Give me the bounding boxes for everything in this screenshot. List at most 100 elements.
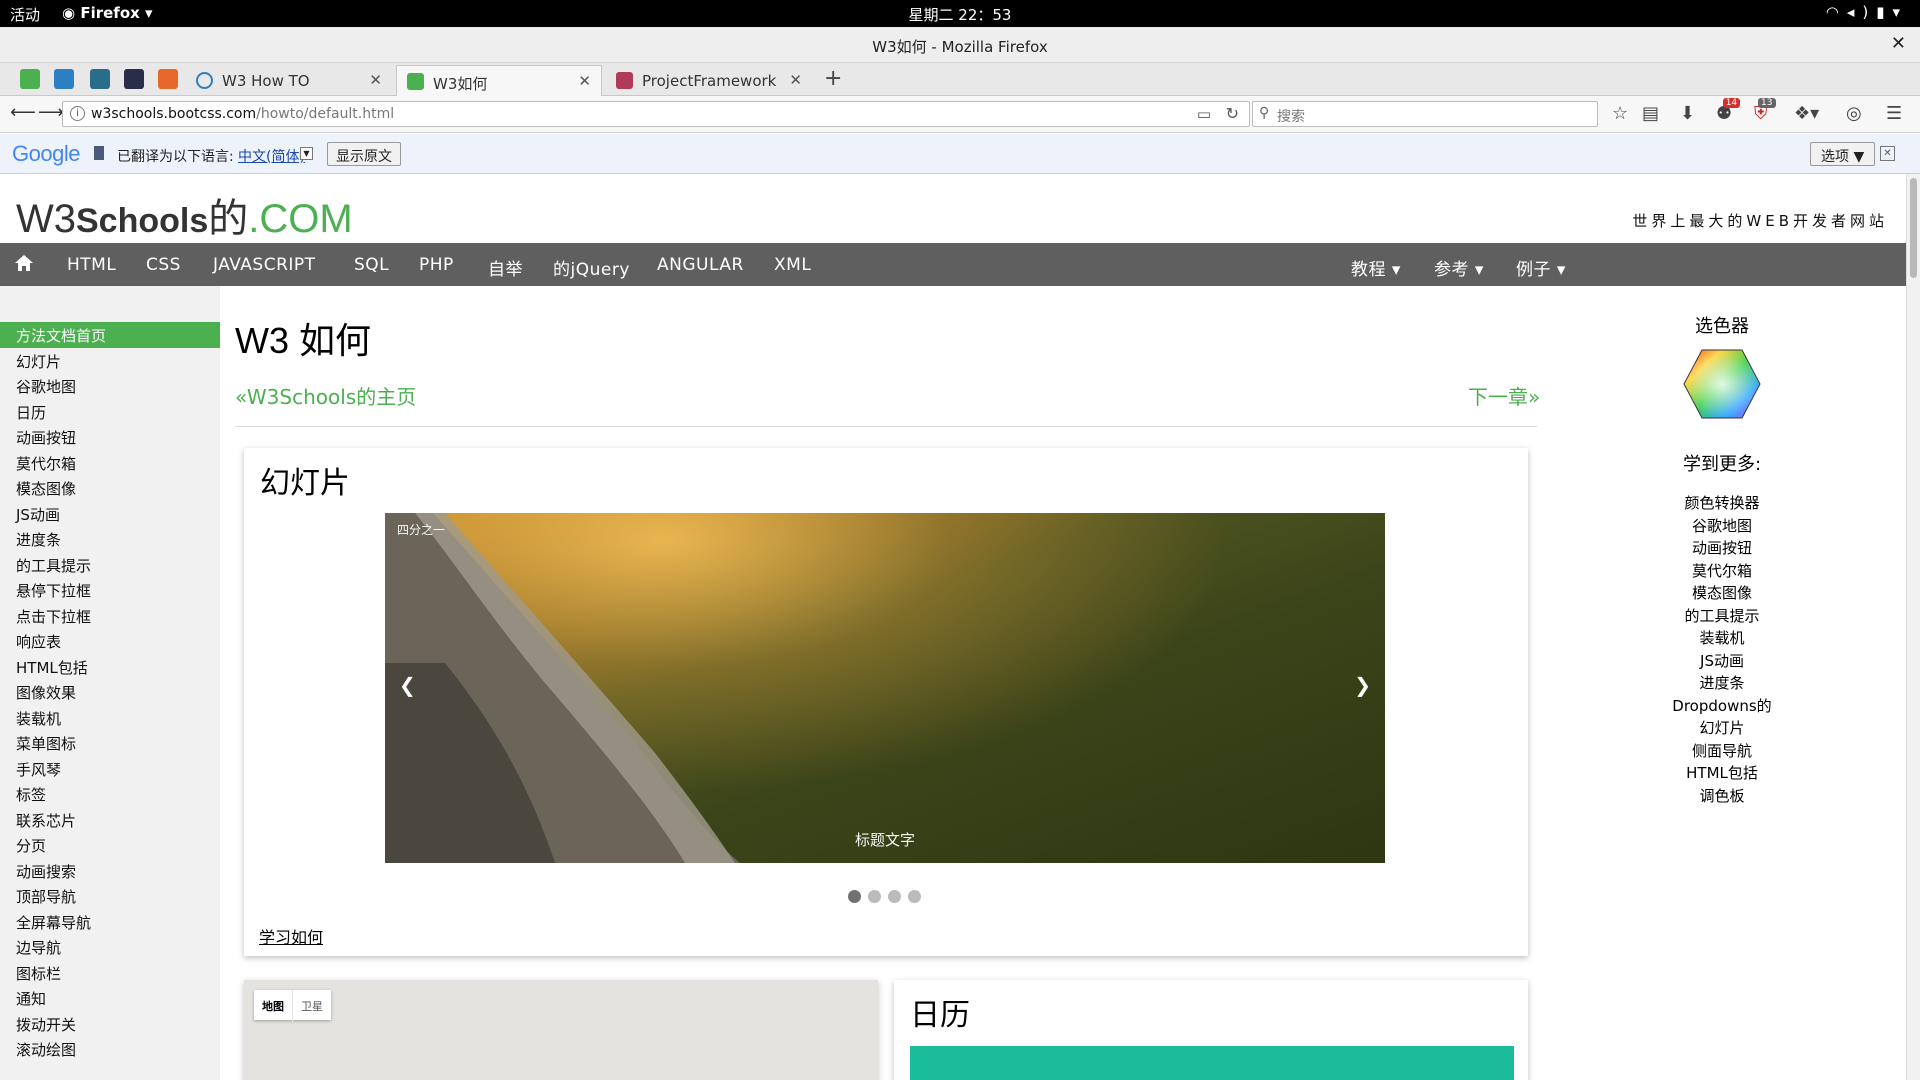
translate-options-button[interactable]: 选项 ▼ — [1810, 142, 1876, 166]
sidebar-item[interactable]: 响应表 — [0, 628, 220, 654]
sidebar-item[interactable]: 模态图像 — [0, 475, 220, 501]
learn-more-link[interactable]: 模态图像 — [1628, 582, 1816, 605]
extension-icon[interactable]: ❖▾ — [1794, 103, 1819, 124]
menu-bootstrap[interactable]: 自举 — [488, 255, 523, 280]
sidebar-item[interactable]: 动画搜索 — [0, 858, 220, 884]
learn-more-link[interactable]: JS动画 — [1628, 650, 1816, 673]
learn-more-link[interactable]: HTML包括 — [1628, 762, 1816, 785]
menu-javascript[interactable]: JAVASCRIPT — [213, 255, 316, 275]
pinned-tab-w3-icon[interactable] — [20, 69, 40, 89]
pinned-tab-camera-icon[interactable] — [54, 69, 74, 89]
search-bar[interactable]: ⚲ 搜索 — [1252, 101, 1598, 127]
library-icon[interactable]: ▤ — [1642, 103, 1659, 124]
sync-icon[interactable]: ◎ — [1846, 103, 1862, 124]
learn-how-link[interactable]: 学习如何 — [259, 924, 323, 948]
translate-close-icon[interactable]: ✕ — [1880, 146, 1895, 161]
sidebar-item[interactable]: 莫代尔箱 — [0, 450, 220, 476]
menu-php[interactable]: PHP — [419, 255, 454, 275]
sidebar-item[interactable]: 全屏幕导航 — [0, 909, 220, 935]
slide-dot[interactable] — [908, 890, 921, 903]
sidebar-item[interactable]: 标签 — [0, 781, 220, 807]
forward-icon[interactable]: ⟶ — [38, 102, 64, 123]
sidebar-item[interactable]: 手风琴 — [0, 756, 220, 782]
download-icon[interactable]: ⬇ — [1680, 103, 1695, 124]
menu-examples[interactable]: 例子 ▾ — [1516, 255, 1566, 280]
page-scrollbar[interactable] — [1906, 174, 1920, 1080]
menu-sql[interactable]: SQL — [354, 255, 389, 275]
chevron-down-icon[interactable]: ▼ — [300, 147, 313, 160]
sidebar-item[interactable]: HTML包括 — [0, 654, 220, 680]
sidebar-item[interactable]: 幻灯片 — [0, 348, 220, 374]
reload-icon[interactable]: ↻ — [1226, 104, 1239, 123]
menu-jquery[interactable]: 的jQuery — [553, 255, 630, 280]
sidebar-item[interactable]: 装载机 — [0, 705, 220, 731]
map-button[interactable]: 地图 — [254, 990, 292, 1022]
map-card[interactable]: 地图 卫星 — [244, 980, 878, 1080]
menu-references[interactable]: 参考 ▾ — [1434, 255, 1484, 280]
sidebar-item[interactable]: 谷歌地图 — [0, 373, 220, 399]
learn-more-link[interactable]: 莫代尔箱 — [1628, 560, 1816, 583]
learn-more-link[interactable]: 的工具提示 — [1628, 605, 1816, 628]
menu-html[interactable]: HTML — [67, 255, 116, 275]
learn-more-link[interactable]: 装载机 — [1628, 627, 1816, 650]
system-clock[interactable]: 星期二 22：53 — [0, 4, 1920, 25]
bookmark-star-icon[interactable]: ☆ — [1612, 103, 1628, 124]
learn-more-link[interactable]: Dropdowns的 — [1628, 695, 1816, 718]
pinned-tab-stack-icon[interactable] — [158, 69, 178, 89]
sidebar-item[interactable]: 悬停下拉框 — [0, 577, 220, 603]
sidebar-item[interactable]: 进度条 — [0, 526, 220, 552]
sidebar-item[interactable]: 方法文档首页 — [0, 322, 220, 348]
sidebar-item[interactable]: JS动画 — [0, 501, 220, 527]
menu-css[interactable]: CSS — [146, 255, 181, 275]
tab-projectframework[interactable]: ProjectFramework ✕ — [606, 65, 812, 96]
pinned-tab-bing-icon[interactable] — [90, 69, 110, 89]
learn-more-link[interactable]: 进度条 — [1628, 672, 1816, 695]
translate-language-select[interactable]: 中文(简体) — [238, 146, 305, 166]
site-info-icon[interactable]: i — [70, 106, 85, 121]
next-link[interactable]: 下一章» — [1468, 381, 1540, 410]
sidebar-item[interactable]: 滚动绘图 — [0, 1036, 220, 1062]
sidebar-item[interactable]: 联系芯片 — [0, 807, 220, 833]
sidebar-item[interactable]: 边导航 — [0, 934, 220, 960]
learn-more-link[interactable]: 幻灯片 — [1628, 717, 1816, 740]
menu-xml[interactable]: XML — [774, 255, 811, 275]
sidebar-item[interactable]: 日历 — [0, 399, 220, 425]
color-hexagon-icon[interactable] — [1682, 348, 1762, 420]
tab-close-icon[interactable]: ✕ — [369, 71, 382, 89]
pinned-tab-feather-icon[interactable] — [124, 69, 144, 89]
adblock-icon[interactable]: ⛨ 13 — [1754, 98, 1776, 124]
show-original-button[interactable]: 显示原文 — [327, 142, 401, 166]
slide-prev-icon[interactable]: ❮ — [399, 673, 416, 697]
sidebar-item[interactable]: 分页 — [0, 832, 220, 858]
scrollbar-thumb[interactable] — [1910, 178, 1917, 278]
learn-more-link[interactable]: 侧面导航 — [1628, 740, 1816, 763]
new-tab-icon[interactable]: + — [824, 66, 842, 91]
learn-more-link[interactable]: 谷歌地图 — [1628, 515, 1816, 538]
sidebar-item[interactable]: 动画按钮 — [0, 424, 220, 450]
system-tray[interactable]: ◠◂)▮▾ — [1826, 3, 1908, 21]
window-close-icon[interactable]: ✕ — [1891, 33, 1906, 54]
tab-close-icon[interactable]: ✕ — [789, 71, 802, 89]
sidebar-item[interactable]: 通知 — [0, 985, 220, 1011]
menu-angular[interactable]: ANGULAR — [657, 255, 744, 275]
sidebar-item[interactable]: 拨动开关 — [0, 1011, 220, 1037]
sidebar-item[interactable]: 图标栏 — [0, 960, 220, 986]
prev-link[interactable]: «W3Schools的主页 — [235, 381, 416, 410]
tab-w3-ruhe[interactable]: W3如何 ✕ — [396, 65, 602, 96]
site-logo[interactable]: W3Schools的.COM — [16, 186, 353, 244]
menu-tutorials[interactable]: 教程 ▾ — [1351, 255, 1401, 280]
sidebar-item[interactable]: 的工具提示 — [0, 552, 220, 578]
hamburger-menu-icon[interactable]: ☰ — [1886, 103, 1902, 124]
slide-next-icon[interactable]: ❯ — [1354, 673, 1371, 697]
slide-dot[interactable] — [848, 890, 861, 903]
addon-a-icon[interactable]: ⚉ 14 — [1716, 98, 1741, 124]
slide-dot[interactable] — [888, 890, 901, 903]
reader-view-icon[interactable]: ▭ — [1197, 105, 1211, 123]
learn-more-link[interactable]: 动画按钮 — [1628, 537, 1816, 560]
learn-more-link[interactable]: 颜色转换器 — [1628, 492, 1816, 515]
tab-close-icon[interactable]: ✕ — [578, 72, 591, 90]
satellite-button[interactable]: 卫星 — [292, 990, 331, 1022]
tab-w3-how-to[interactable]: W3 How TO ✕ — [186, 65, 392, 96]
slide-dot[interactable] — [868, 890, 881, 903]
sidebar-item[interactable]: 菜单图标 — [0, 730, 220, 756]
